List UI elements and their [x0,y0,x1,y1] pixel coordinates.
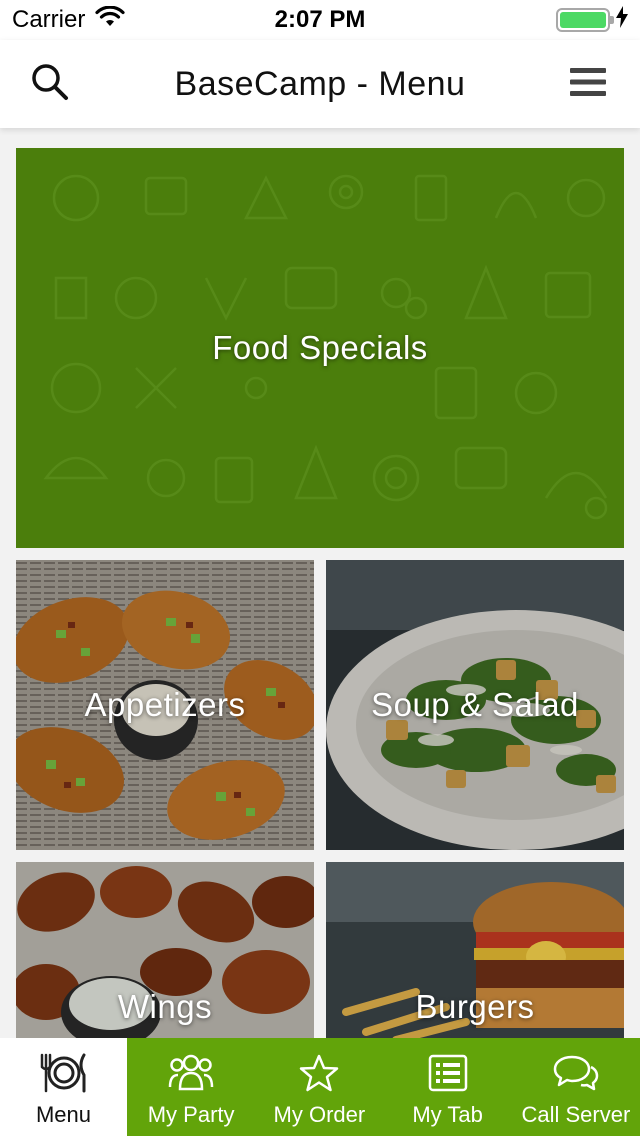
search-button[interactable] [10,40,90,128]
category-tile-burgers[interactable]: Burgers [326,862,624,1038]
battery-icon [556,8,614,32]
category-grid: Food Specials Appetizers Soup & Salad Wi… [0,128,640,1038]
category-tile-wings[interactable]: Wings [16,862,314,1038]
search-icon [30,62,70,107]
battery-level [560,12,606,28]
tab-menu[interactable]: Menu [0,1038,127,1136]
wifi-icon [95,5,125,35]
tab-label: Menu [35,1102,92,1127]
hamburger-menu-icon [570,66,606,103]
category-label: Soup & Salad [371,686,579,723]
star-icon [299,1050,339,1096]
tab-label: Call Server [521,1102,631,1127]
tab-label: My Party [147,1102,235,1127]
tab-my-tab[interactable]: My Tab [384,1038,512,1136]
category-tile-soup-salad[interactable]: Soup & Salad [326,560,624,850]
list-icon [428,1050,468,1096]
category-tile-food-specials[interactable]: Food Specials [16,148,624,548]
tab-my-order[interactable]: My Order [255,1038,383,1136]
status-right [556,5,628,35]
carrier-label: Carrier [12,6,86,33]
plate-cutlery-icon [38,1050,90,1096]
status-bar: Carrier 2:07 PM [0,0,640,40]
tab-bar: Menu My Party My Order My Tab Call Serve… [0,1038,640,1136]
group-icon [168,1050,214,1096]
menu-button[interactable] [548,40,628,128]
status-left: Carrier [12,5,125,35]
category-label: Appetizers [84,686,246,723]
charging-icon [616,5,628,35]
category-label: Burgers [415,988,535,1025]
tab-label: My Order [273,1102,366,1127]
tab-label: My Tab [412,1102,483,1127]
category-tile-appetizers[interactable]: Appetizers [16,560,314,850]
category-label: Wings [117,988,213,1025]
chat-bubbles-icon [552,1050,600,1096]
tab-call-server[interactable]: Call Server [512,1038,640,1136]
nav-bar: BaseCamp - Menu [0,40,640,128]
category-label: Food Specials [212,329,428,366]
page-title: BaseCamp - Menu [174,64,466,103]
tab-my-party[interactable]: My Party [127,1038,255,1136]
